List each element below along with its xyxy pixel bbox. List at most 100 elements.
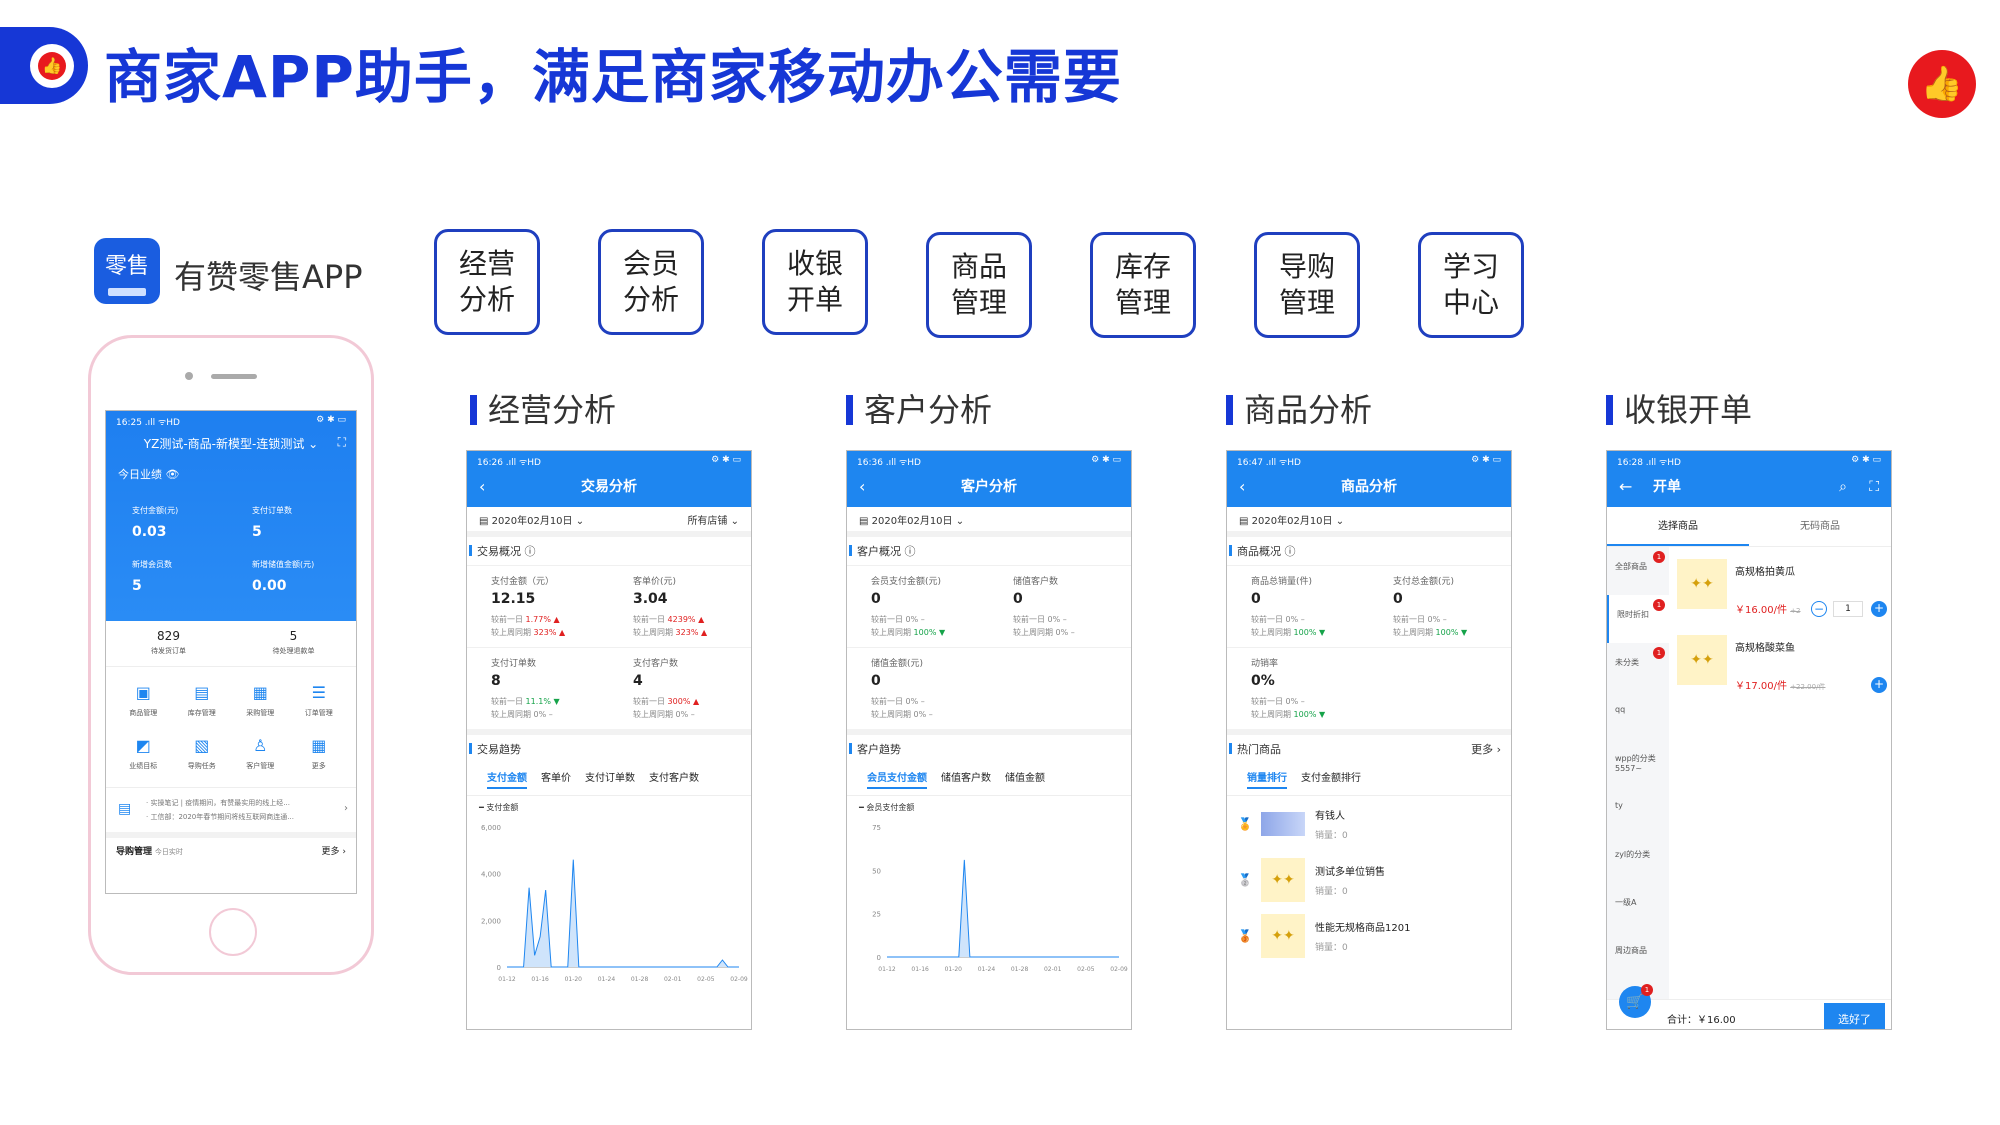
category-item[interactable]: 限时折扣 1 [1607,595,1669,643]
tab-member-pay[interactable]: 会员支付金额 [867,769,927,789]
tab-unit-price[interactable]: 客单价 [541,769,571,789]
news-feed[interactable]: ▤ · 实操笔记 | 疫情期间，有赞最实用的线上经... · 工信部：2020年… [106,787,356,838]
minus-button[interactable]: − [1811,601,1827,617]
metric-cell[interactable]: 客单价(元) 3.04 较前一日 4239% ▲ 较上周同期 323% ▲ [609,565,751,647]
scan-icon[interactable]: ⛶ [338,435,346,450]
tab-amount-rank[interactable]: 支付金额排行 [1301,769,1361,789]
x-tick-label: 01-12 [878,966,896,973]
feature-button[interactable]: 会员 分析 [598,229,704,335]
feature-line1: 导购 [1278,250,1335,283]
quantity-input[interactable]: 1 [1833,601,1863,617]
kpi-new-members[interactable]: 新增会员数 5 [132,559,172,594]
metric-value: 0 [1013,591,1023,607]
arrow-down-icon: ▼ [553,697,560,706]
category-item[interactable]: 未分类 1 [1607,643,1669,691]
status-icons: ⚙ ✱ ▭ [1471,455,1501,465]
feature-button[interactable]: 商品 管理 [926,232,1032,338]
list-item[interactable]: ✦✦ 高规格酸菜鱼 ￥17.00/件 +22.00/件 + [1677,627,1887,703]
x-tick-label: 02-01 [1044,966,1062,973]
tab-customer-count[interactable]: 支付客户数 [649,769,699,789]
feature-button[interactable]: 导购 管理 [1254,232,1360,338]
metric-cell[interactable]: 支付订单数 8 较前一日 11.1% ▼ 较上周同期 0% – [467,647,609,729]
arrow-up-icon: ▲ [553,615,560,624]
tab-select-goods[interactable]: 选择商品 [1607,507,1749,546]
shortcut-target[interactable]: ◩ 业绩目标 [114,736,173,771]
today-label[interactable]: 今日业绩 👁 [106,452,356,496]
metric-cell[interactable]: 储值金额(元) 0 较前一日 0% – 较上周同期 0% – [847,647,989,729]
status-time: 16:28 .ıll ᯤHD [1617,458,1681,468]
tab-stored-amount[interactable]: 储值金额 [1005,769,1045,789]
shortcut-customers[interactable]: ♙ 客户管理 [231,736,290,771]
metric-cell[interactable]: 支付总金额(元) 0 较前一日 0% – 较上周同期 100% ▼ [1369,565,1511,647]
tab-stored-customers[interactable]: 储值客户数 [941,769,991,789]
store-filter[interactable]: 所有店铺 ⌄ [687,512,739,527]
category-item[interactable]: 周边商品 [1607,931,1669,979]
footer-more-link[interactable]: 更多 › [322,844,346,857]
dash-icon: – [928,710,933,719]
back-icon[interactable]: ‹ [859,471,865,503]
tab-sales-rank[interactable]: 销量排行 [1247,769,1287,789]
feature-button[interactable]: 收银 开单 [762,229,868,335]
shortcut-more[interactable]: ▦ 更多 [290,736,349,771]
x-tick-label: 01-16 [911,966,929,973]
tab-no-code-goods[interactable]: 无码商品 [1749,507,1891,546]
list-item[interactable]: 🥈 ✦✦ 测试多单位销售 销量：0 [1227,852,1511,908]
category-item[interactable]: 全部商品 1 [1607,547,1669,595]
app-header: 16:26 .ıll ᯤHD ⚙ ✱ ▭ ‹ 交易分析 [467,451,751,507]
search-icon[interactable]: ⌕ [1839,471,1847,503]
back-icon[interactable]: ‹ [1239,471,1245,503]
metric-cell[interactable]: 支付客户数 4 较前一日 300% ▲ 较上周同期 0% – [609,647,751,729]
category-item[interactable]: qq [1607,691,1669,739]
y-tick-label: 75 [872,824,881,832]
metric-cell[interactable]: 储值客户数 0 较前一日 0% – 较上周同期 0% – [989,565,1131,647]
scan-icon[interactable]: ⛶ [1869,471,1879,503]
feature-button[interactable]: 学习 中心 [1418,232,1524,338]
date-value: 2020年02月10日 ⌄ [1251,515,1345,527]
kpi-order-count[interactable]: 支付订单数 5 [252,505,292,540]
tab-pay-amount[interactable]: 支付金额 [487,769,527,789]
plus-button[interactable]: + [1871,677,1887,693]
list-item[interactable]: 🥉 ✦✦ 性能无规格商品1201 销量：0 [1227,908,1511,964]
store-selector[interactable]: YZ测试-商品-新模型-连锁测试 ⌄ [106,431,356,452]
trade-analysis-screen: 16:26 .ıll ᯤHD ⚙ ✱ ▭ ‹ 交易分析 ▤ 2020年02月10日 … [466,450,752,1030]
back-arrow-icon[interactable]: ← [1619,471,1632,503]
shortcut-goods[interactable]: ▣ 商品管理 [114,683,173,718]
back-icon[interactable]: ‹ [479,471,485,503]
date-picker[interactable]: ▤ 2020年02月10日 ⌄ [479,512,584,527]
pending-orders[interactable]: 829 待发货订单 [106,621,231,666]
status-time: 16:25 .ıll ᯤHD [116,418,180,428]
category-item[interactable]: wpp的分类5557~ [1607,739,1669,787]
shortcut-purchase[interactable]: ▦ 采购管理 [231,683,290,718]
metric-cell[interactable]: 动销率 0% 较前一日 0% – 较上周同期 100% ▼ [1227,647,1369,729]
date-picker[interactable]: ▤ 2020年02月10日 ⌄ [859,512,964,527]
list-item[interactable]: 🏅 有钱人 销量：0 [1227,796,1511,852]
date-picker[interactable]: ▤ 2020年02月10日 ⌄ [1239,512,1344,527]
metric-cell[interactable]: 支付金额（元） 12.15 较前一日 1.77% ▲ 较上周同期 323% ▲ [467,565,609,647]
kpi-pay-amount[interactable]: 支付金额(元) 0.03 [132,505,178,540]
cart-icon[interactable]: 🛒 1 [1619,984,1653,1018]
shortcut-orders[interactable]: ☰ 订单管理 [290,683,349,718]
feature-button[interactable]: 经营 分析 [434,229,540,335]
metric-cell[interactable]: 商品总销量(件) 0 较前一日 0% – 较上周同期 100% ▼ [1227,565,1369,647]
date-value: 2020年02月10日 ⌄ [871,515,965,527]
category-item[interactable]: zyl的分类 [1607,835,1669,883]
tab-order-count[interactable]: 支付订单数 [585,769,635,789]
category-item[interactable]: ty [1607,787,1669,835]
kpi-new-stored[interactable]: 新增储值金额(元) 0.00 [252,559,314,594]
chevron-right-icon: › [344,803,348,814]
confirm-button[interactable]: 选好了 [1824,1002,1885,1029]
compare-day-label: 较前一日 [871,697,903,706]
shortcut-stock[interactable]: ▤ 库存管理 [173,683,232,718]
plus-button[interactable]: + [1871,601,1887,617]
metric-cell-empty [1369,647,1511,729]
compare-day-value: 0% [905,697,919,706]
pending-refunds[interactable]: 5 待处理退款单 [231,621,356,666]
more-link[interactable]: 更多 › [1471,741,1501,757]
shortcut-tasks[interactable]: ▧ 导购任务 [173,736,232,771]
bronze-medal-icon: 🥉 [1237,929,1253,943]
feature-button[interactable]: 库存 管理 [1090,232,1196,338]
category-item[interactable]: 一级A [1607,883,1669,931]
status-bar: 16:36 .ıll ᯤHD ⚙ ✱ ▭ [847,451,1131,471]
metric-cell[interactable]: 会员支付金额(元) 0 较前一日 0% – 较上周同期 100% ▼ [847,565,989,647]
list-item[interactable]: ✦✦ 高规格拍黄瓜 ￥16.00/件 +2 − 1 + [1677,551,1887,627]
